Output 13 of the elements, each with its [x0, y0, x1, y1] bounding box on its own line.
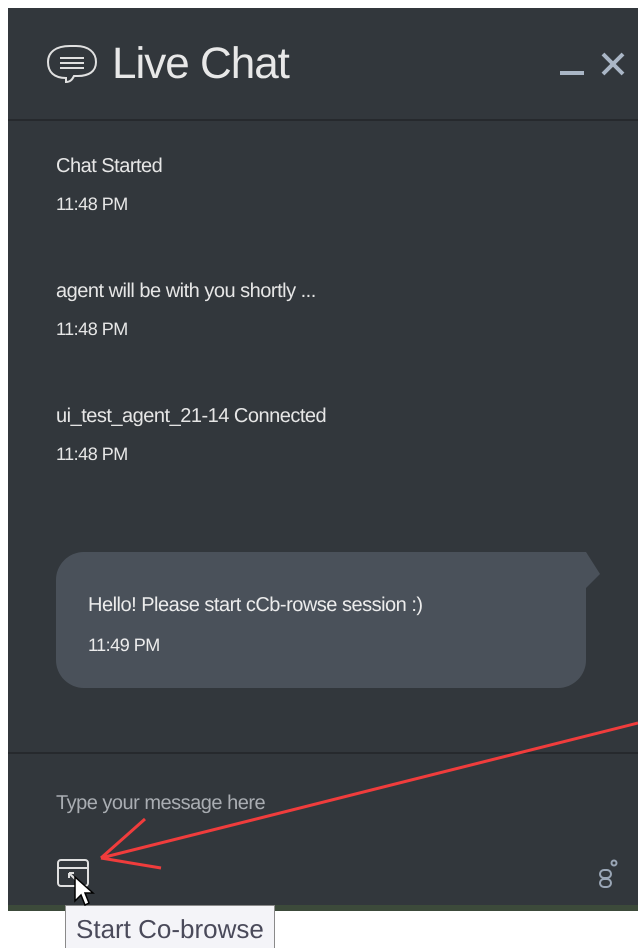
message-time: 11:49 PM [88, 634, 161, 657]
message-time: 11:48 PM [56, 318, 129, 341]
message-text: ui_test_agent_21-14 Connected [56, 404, 328, 429]
window-title: Live Chat [112, 38, 289, 90]
message-text: Chat Started [56, 154, 164, 179]
mouse-cursor-icon [73, 875, 95, 907]
tooltip: Start Co-browse [65, 905, 275, 948]
message-text: agent will be with you shortly ... [56, 279, 317, 304]
message-text: Hello! Please start cCb-rowse session :) [88, 593, 424, 618]
message-input[interactable]: Type your message here [56, 788, 556, 818]
message-time: 11:48 PM [56, 193, 129, 216]
cobrowse-button[interactable] [56, 858, 90, 888]
message-time: 11:48 PM [56, 443, 129, 466]
